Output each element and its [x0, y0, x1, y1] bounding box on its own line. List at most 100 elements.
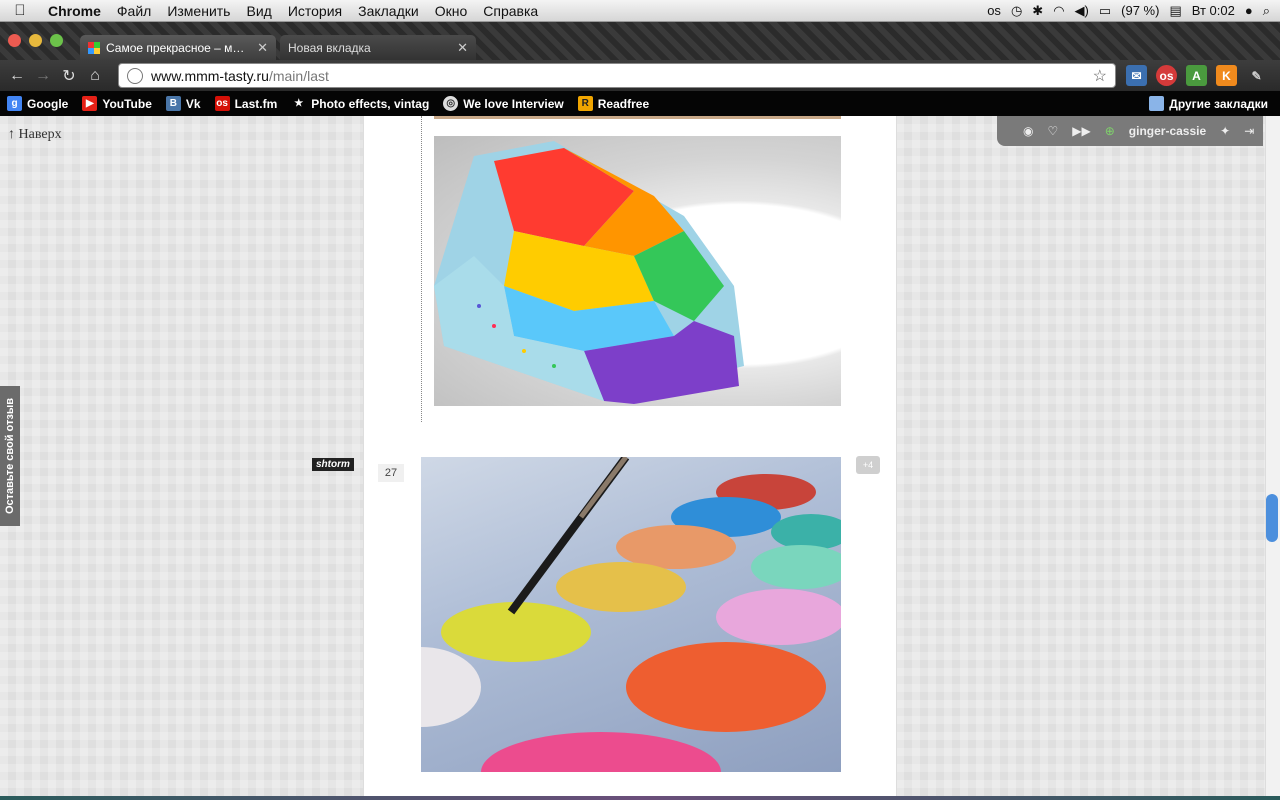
mail-extension-icon[interactable]: ✉	[1126, 65, 1147, 86]
reload-icon[interactable]: ↻	[56, 66, 82, 86]
menu-edit[interactable]: Изменить	[159, 3, 238, 19]
fast-forward-icon[interactable]: ▶▶	[1072, 124, 1090, 138]
globe-icon: ◎	[443, 96, 459, 111]
menu-view[interactable]: Вид	[238, 3, 279, 19]
lastfm-extension-icon[interactable]: os	[1156, 65, 1177, 86]
bookmark-readfree[interactable]: R Readfree	[571, 96, 656, 111]
post-divider	[421, 116, 422, 422]
back-to-top-link[interactable]: ↑ Наверх	[8, 127, 62, 143]
battery-icon[interactable]: ▭	[1099, 3, 1111, 19]
zoom-window-button[interactable]	[50, 34, 63, 47]
bookmark-label: Google	[27, 96, 69, 111]
logout-icon[interactable]: ⇥	[1244, 124, 1254, 138]
window-controls	[8, 34, 63, 47]
volume-icon[interactable]: ◀)	[1075, 3, 1089, 19]
content-column: 27 +4	[363, 116, 897, 796]
close-tab-icon[interactable]: ✕	[257, 40, 268, 56]
scrollbar-track[interactable]	[1265, 116, 1280, 796]
menu-bookmarks[interactable]: Закладки	[350, 3, 427, 19]
cake-illustration	[434, 141, 744, 404]
lastfm-status-icon[interactable]: os	[987, 3, 1001, 18]
translate-extension-icon[interactable]: A	[1186, 65, 1207, 86]
feedback-label: Оставьте свой отзыв	[4, 397, 16, 515]
status-area: os ◷ ✱ ◠ ◀) ▭ (97 %) ▤ Вт 0:02 ● ⌕	[987, 3, 1280, 19]
bookmark-vk[interactable]: B Vk	[159, 96, 208, 111]
bookmark-label: We love Interview	[463, 96, 564, 111]
bookmark-label: YouTube	[102, 96, 152, 111]
comments-bubble[interactable]: +4	[856, 456, 880, 474]
close-window-button[interactable]	[8, 34, 21, 47]
tab-mmm-tasty[interactable]: Самое прекрасное – ммм... ✕	[80, 35, 276, 60]
rainbow-cake-image[interactable]	[434, 136, 841, 406]
url-host: www.mmm-tasty.ru	[151, 67, 269, 84]
settings-icon[interactable]: ✦	[1220, 124, 1230, 138]
tab-title: Самое прекрасное – ммм...	[106, 40, 252, 55]
bookmark-label: Last.fm	[234, 96, 278, 111]
google-icon: g	[7, 96, 22, 111]
palette-illustration	[421, 457, 841, 772]
folder-icon	[1149, 96, 1165, 111]
add-icon[interactable]: ⊕	[1105, 124, 1115, 138]
bluetooth-icon[interactable]: ✱	[1032, 3, 1043, 19]
post-number: 27	[378, 464, 404, 482]
other-bookmarks[interactable]: Другие закладки	[1142, 96, 1280, 111]
globe-icon	[127, 67, 143, 84]
dock-edge	[0, 796, 1280, 800]
scrollbar-thumb[interactable]	[1266, 494, 1278, 542]
bookmark-youtube[interactable]: ▶ YouTube	[75, 96, 159, 111]
readfree-icon: R	[577, 96, 593, 111]
heart-icon[interactable]: ♡	[1047, 124, 1058, 138]
tab-title: Новая вкладка	[288, 40, 371, 55]
close-tab-icon[interactable]: ✕	[457, 40, 468, 56]
bookmark-label: Photo effects, vintag	[311, 96, 430, 111]
youtube-icon: ▶	[82, 96, 98, 111]
feedback-tab[interactable]: Оставьте свой отзыв	[0, 386, 20, 526]
flag-icon[interactable]: ▤	[1169, 3, 1181, 19]
page-viewport: ↑ Наверх Оставьте свой отзыв 27 +4 shtor…	[0, 116, 1280, 796]
tab-new-tab[interactable]: Новая вкладка ✕	[280, 35, 476, 60]
menu-window[interactable]: Окно	[427, 3, 476, 19]
tab-strip: Самое прекрасное – ммм... ✕ Новая вкладк…	[0, 22, 1280, 60]
mmm-favicon-icon	[88, 41, 100, 54]
apple-menu-icon[interactable]: 	[0, 2, 40, 19]
address-bar[interactable]: www.mmm-tasty.ru /main/last ☆	[118, 63, 1116, 88]
rss-icon[interactable]: ◉	[1023, 124, 1033, 138]
bookmark-star-icon[interactable]: ☆	[1093, 66, 1107, 86]
menu-app-name[interactable]: Chrome	[40, 3, 109, 19]
username[interactable]: ginger-cassie	[1129, 124, 1206, 138]
bookmark-google[interactable]: g Google	[0, 96, 75, 111]
wifi-icon[interactable]: ◠	[1053, 3, 1064, 19]
extension-icons: ✉ os A K ✎	[1126, 65, 1267, 86]
time-machine-icon[interactable]: ◷	[1011, 3, 1022, 19]
mac-menu-bar:  Chrome Файл Изменить Вид История Закла…	[0, 0, 1280, 22]
lastfm-icon: os	[214, 96, 230, 111]
user-icon[interactable]: ●	[1245, 3, 1253, 18]
bookmarks-bar: g Google ▶ YouTube B Vk os Last.fm ★ Pho…	[0, 91, 1280, 116]
menu-history[interactable]: История	[280, 3, 350, 19]
bookmark-lastfm[interactable]: os Last.fm	[208, 96, 285, 111]
bookmark-label: Vk	[185, 96, 201, 111]
other-bookmarks-label: Другие закладки	[1169, 96, 1268, 111]
bookmark-label: Readfree	[597, 96, 650, 111]
author-tag[interactable]: shtorm	[312, 458, 354, 471]
menu-help[interactable]: Справка	[475, 3, 546, 19]
browser-toolbar: ← → ↻ ⌂ www.mmm-tasty.ru /main/last ☆ ✉ …	[0, 60, 1280, 91]
wrench-icon[interactable]: ✎	[1246, 65, 1267, 86]
menu-file[interactable]: Файл	[109, 3, 159, 19]
previous-image-edge	[434, 116, 841, 119]
spotlight-icon[interactable]: ⌕	[1263, 3, 1270, 19]
home-icon[interactable]: ⌂	[82, 67, 108, 85]
vk-icon: B	[165, 96, 181, 111]
forward-icon[interactable]: →	[30, 67, 56, 85]
battery-percent: (97 %)	[1121, 3, 1160, 18]
star-icon: ★	[294, 98, 304, 109]
bookmark-we-love-interview[interactable]: ◎ We love Interview	[436, 96, 570, 111]
back-icon[interactable]: ←	[4, 67, 30, 85]
url-path: /main/last	[268, 67, 329, 84]
k-extension-icon[interactable]: K	[1216, 65, 1237, 86]
minimize-window-button[interactable]	[29, 34, 42, 47]
bookmark-photo-effects[interactable]: ★ Photo effects, vintag	[284, 96, 436, 111]
watercolor-palette-image[interactable]	[421, 457, 841, 772]
dashboard-control-bar: ◉ ♡ ▶▶ ⊕ ginger-cassie ✦ ⇥	[997, 116, 1263, 146]
clock[interactable]: Вт 0:02	[1192, 3, 1235, 18]
